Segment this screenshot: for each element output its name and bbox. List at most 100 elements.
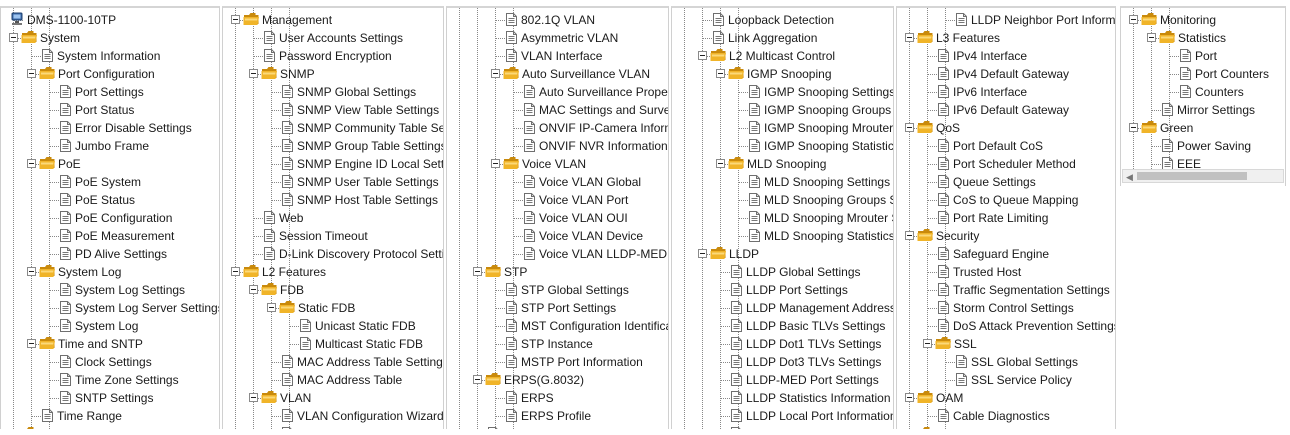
collapse-toggle-icon[interactable] [716, 159, 725, 168]
tree-item-onvif-ip-camera-information[interactable]: ONVIF IP-Camera Information [447, 119, 668, 137]
collapse-toggle-icon[interactable] [905, 123, 914, 132]
tree-item-lldp-management-address-list[interactable]: LLDP Management Address List [672, 299, 893, 317]
tree-item-snmp-global-settings[interactable]: SNMP Global Settings [223, 83, 443, 101]
tree-item-poe[interactable]: PoE [1, 155, 219, 173]
tree-item-snmp-group-table-settings[interactable]: SNMP Group Table Settings [223, 137, 443, 155]
tree-item-l3-features[interactable]: L3 Features [897, 29, 1115, 47]
tree-item-trusted-host[interactable]: Trusted Host [897, 263, 1115, 281]
tree-item-ssl-service-policy[interactable]: SSL Service Policy [897, 371, 1115, 389]
collapse-toggle-icon[interactable] [716, 69, 725, 78]
tree-item-voice-vlan-port[interactable]: Voice VLAN Port [447, 191, 668, 209]
tree-item-l2-multicast-control[interactable]: L2 Multicast Control [672, 47, 893, 65]
tree-item-poe-status[interactable]: PoE Status [1, 191, 219, 209]
tree-item-port-counters[interactable]: Port Counters [1121, 65, 1285, 83]
tree-item-static-fdb[interactable]: Static FDB [223, 299, 443, 317]
tree-item-asymmetric-vlan[interactable]: Asymmetric VLAN [447, 29, 668, 47]
tree-item-auto-surveillance-vlan[interactable]: Auto Surveillance VLAN [447, 65, 668, 83]
tree-item-l2-features[interactable]: L2 Features [223, 263, 443, 281]
horizontal-scrollbar[interactable]: ◀ [1122, 169, 1284, 183]
tree-item-system-log[interactable]: System Log [1, 263, 219, 281]
tree-item-time-range[interactable]: Time Range [1, 407, 219, 425]
tree-item-voice-vlan-lldp-med-device[interactable]: Voice VLAN LLDP-MED Device [447, 245, 668, 263]
tree-item-port-rate-limiting[interactable]: Port Rate Limiting [897, 209, 1115, 227]
tree-item-password-encryption[interactable]: Password Encryption [223, 47, 443, 65]
tree-item-system-log-server-settings[interactable]: System Log Server Settings [1, 299, 219, 317]
tree-item-port-default-cos[interactable]: Port Default CoS [897, 137, 1115, 155]
tree-item-lldp-neighbor-port-information[interactable]: LLDP Neighbor Port Information [897, 11, 1115, 29]
tree-item-igmp-snooping[interactable]: IGMP Snooping [672, 65, 893, 83]
tree-item-mld-snooping[interactable]: MLD Snooping [672, 155, 893, 173]
tree-item-system-log[interactable]: System Log [1, 317, 219, 335]
tree-item-erps-g-8032[interactable]: ERPS(G.8032) [447, 371, 668, 389]
tree-item-mld-snooping-statistics-settings[interactable]: MLD Snooping Statistics Settings [672, 227, 893, 245]
tree-item-statistics[interactable]: Statistics [1121, 29, 1285, 47]
tree-item-counters[interactable]: Counters [1121, 83, 1285, 101]
tree-item-dos-attack-prevention-settings[interactable]: DoS Attack Prevention Settings [897, 317, 1115, 335]
tree-item-pd-alive-settings[interactable]: PD Alive Settings [1, 245, 219, 263]
tree-item-lldp-local-port-information[interactable]: LLDP Local Port Information [672, 407, 893, 425]
collapse-toggle-icon[interactable] [27, 267, 36, 276]
tree-item-port-scheduler-method[interactable]: Port Scheduler Method [897, 155, 1115, 173]
tree-item-session-timeout[interactable]: Session Timeout [223, 227, 443, 245]
collapse-toggle-icon[interactable] [249, 285, 258, 294]
tree-item-management[interactable]: Management [1, 425, 219, 429]
tree-item-vlan-interface[interactable]: VLAN Interface [447, 47, 668, 65]
tree-item-lldp-statistics-information[interactable]: LLDP Statistics Information [672, 389, 893, 407]
collapse-toggle-icon[interactable] [698, 51, 707, 60]
tree-item-port[interactable]: Port [1121, 47, 1285, 65]
collapse-toggle-icon[interactable] [249, 69, 258, 78]
tree-item-mld-snooping-groups-settings[interactable]: MLD Snooping Groups Settings [672, 191, 893, 209]
tree-item-unicast-static-fdb[interactable]: Unicast Static FDB [223, 317, 443, 335]
tree-item-safeguard-engine[interactable]: Safeguard Engine [897, 245, 1115, 263]
tree-item-ipv4-default-gateway[interactable]: IPv4 Default Gateway [897, 65, 1115, 83]
collapse-toggle-icon[interactable] [905, 231, 914, 240]
tree-item-stp-global-settings[interactable]: STP Global Settings [447, 281, 668, 299]
collapse-toggle-icon[interactable] [27, 339, 36, 348]
tree-item-storm-control-settings[interactable]: Storm Control Settings [897, 299, 1115, 317]
tree-item-lldp-port-settings[interactable]: LLDP Port Settings [672, 281, 893, 299]
tree-item-queue-settings[interactable]: Queue Settings [897, 173, 1115, 191]
tree-item-monitoring[interactable]: Monitoring [897, 425, 1115, 429]
tree-item-jumbo-frame[interactable]: Jumbo Frame [1, 137, 219, 155]
tree-item-voice-vlan[interactable]: Voice VLAN [447, 155, 668, 173]
tree-item-mac-address-table-settings[interactable]: MAC Address Table Settings [223, 353, 443, 371]
tree-item-error-disable-settings[interactable]: Error Disable Settings [1, 119, 219, 137]
tree-item-dms-1100-10tp[interactable]: DMS-1100-10TP [1, 11, 219, 29]
collapse-toggle-icon[interactable] [905, 33, 914, 42]
tree-item-time-and-sntp[interactable]: Time and SNTP [1, 335, 219, 353]
tree-item-stp-instance[interactable]: STP Instance [447, 335, 668, 353]
tree-item-mac-address-table[interactable]: MAC Address Table [223, 371, 443, 389]
tree-item-mstp-port-information[interactable]: MSTP Port Information [447, 353, 668, 371]
tree-item-voice-vlan-device[interactable]: Voice VLAN Device [447, 227, 668, 245]
scroll-left-icon[interactable]: ◀ [1126, 171, 1133, 183]
tree-item-traffic-segmentation-settings[interactable]: Traffic Segmentation Settings [897, 281, 1115, 299]
tree-item-qos[interactable]: QoS [897, 119, 1115, 137]
tree-item-mld-snooping-settings[interactable]: MLD Snooping Settings [672, 173, 893, 191]
tree-item-snmp-host-table-settings[interactable]: SNMP Host Table Settings [223, 191, 443, 209]
tree-item-ipv6-default-gateway[interactable]: IPv6 Default Gateway [897, 101, 1115, 119]
tree-item-system-log-settings[interactable]: System Log Settings [1, 281, 219, 299]
collapse-toggle-icon[interactable] [1147, 33, 1156, 42]
collapse-toggle-icon[interactable] [1129, 123, 1138, 132]
tree-item-snmp-user-table-settings[interactable]: SNMP User Table Settings [223, 173, 443, 191]
tree-item-system-information[interactable]: System Information [1, 47, 219, 65]
tree-item-link-aggregation[interactable]: Link Aggregation [672, 29, 893, 47]
tree-item-snmp-community-table-settings[interactable]: SNMP Community Table Settings [223, 119, 443, 137]
collapse-toggle-icon[interactable] [1129, 15, 1138, 24]
tree-item-onvif-nvr-information[interactable]: ONVIF NVR Information [447, 137, 668, 155]
collapse-toggle-icon[interactable] [491, 159, 500, 168]
tree-item-ipv6-interface[interactable]: IPv6 Interface [897, 83, 1115, 101]
tree-item-lldp-dot3-tlvs-settings[interactable]: LLDP Dot3 TLVs Settings [672, 353, 893, 371]
scrollbar-thumb[interactable] [1137, 172, 1247, 180]
tree-item-power-saving[interactable]: Power Saving [1121, 137, 1285, 155]
tree-item-fdb[interactable]: FDB [223, 281, 443, 299]
tree-item-d-link-discovery-protocol-settings[interactable]: D-Link Discovery Protocol Settings [223, 245, 443, 263]
tree-item-lldp-med-port-settings[interactable]: LLDP-MED Port Settings [672, 371, 893, 389]
tree-item-system[interactable]: System [1, 29, 219, 47]
tree-item-stp[interactable]: STP [447, 263, 668, 281]
tree-item-erps[interactable]: ERPS [447, 389, 668, 407]
tree-item-web[interactable]: Web [223, 209, 443, 227]
tree-item-loopback-detection[interactable]: Loopback Detection [447, 425, 668, 429]
tree-item-cos-to-queue-mapping[interactable]: CoS to Queue Mapping [897, 191, 1115, 209]
tree-item-vlan-configuration-wizard[interactable]: VLAN Configuration Wizard [223, 407, 443, 425]
